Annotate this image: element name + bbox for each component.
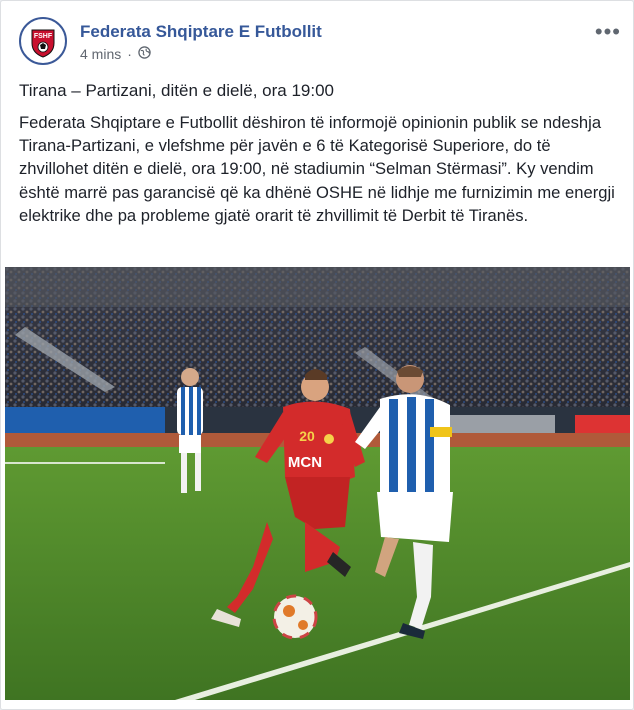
football — [272, 594, 318, 640]
post-card: FSHF Federata Shqiptare E Futbollit 4 mi… — [0, 0, 634, 710]
red-player-number: 20 — [299, 428, 315, 444]
meta-separator: · — [127, 46, 132, 62]
post-title: Tirana – Partizani, ditën e dielë, ora 1… — [19, 81, 335, 100]
post-timestamp[interactable]: 4 mins — [80, 46, 121, 62]
logo-text: FSHF — [34, 33, 53, 40]
post-meta: 4 mins · — [80, 46, 151, 62]
page-avatar[interactable]: FSHF — [19, 17, 67, 65]
post-photo[interactable]: 20 MCN 20 — [5, 267, 630, 700]
fshf-logo: FSHF — [24, 22, 62, 60]
page-name-link[interactable]: Federata Shqiptare E Futbollit — [80, 22, 322, 42]
post-body-text: Federata Shqiptare e Futbollit dëshiron … — [19, 113, 615, 225]
post-footer — [1, 700, 633, 709]
more-options-icon[interactable]: ••• — [595, 19, 621, 45]
globe-icon[interactable] — [138, 46, 151, 62]
post-header: FSHF Federata Shqiptare E Futbollit 4 mi… — [19, 17, 621, 69]
red-player-sponsor: MCN — [288, 454, 322, 471]
